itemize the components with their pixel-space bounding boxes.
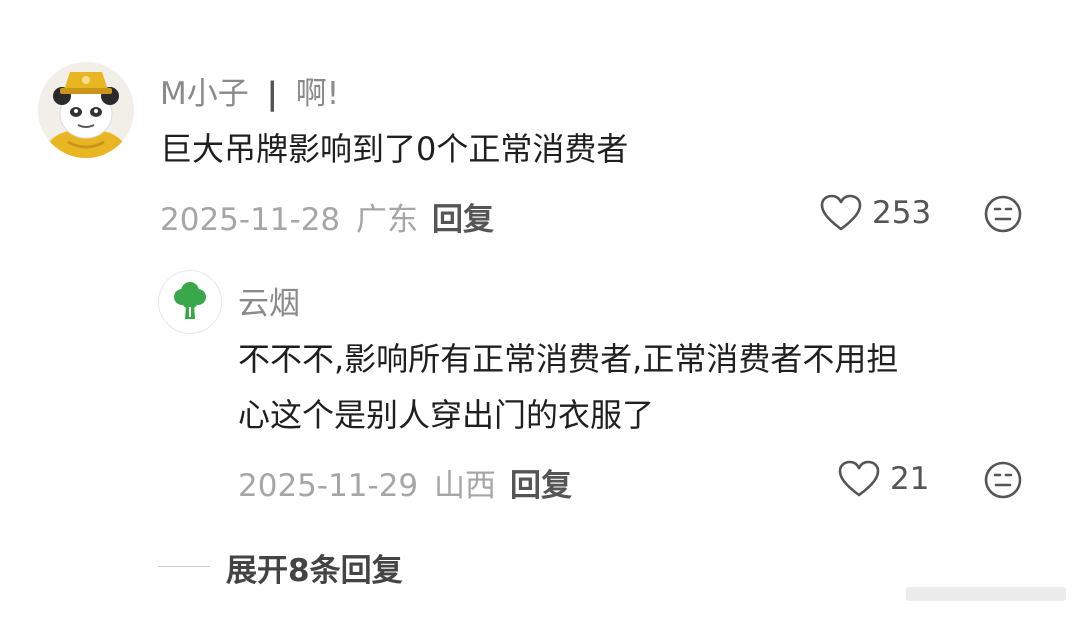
username[interactable]: M小子 bbox=[160, 76, 249, 112]
heart-outline-icon bbox=[838, 460, 880, 497]
expand-divider bbox=[158, 566, 210, 567]
reply-text-line-2: 心这个是别人穿出门的衣服了 bbox=[238, 396, 655, 434]
reply-like-count: 21 bbox=[890, 461, 930, 497]
heart-outline-icon bbox=[820, 194, 862, 231]
comment-author[interactable]: M小子 | 啊! bbox=[160, 68, 339, 113]
username-separator: | bbox=[266, 76, 278, 112]
comment-date: 2025-11-28 bbox=[160, 202, 341, 238]
watermark bbox=[906, 583, 1066, 605]
avatar[interactable] bbox=[38, 62, 134, 158]
broccoli-icon bbox=[174, 282, 206, 319]
reply-more-button[interactable] bbox=[983, 460, 1023, 504]
reply-reply-button[interactable]: 回复 bbox=[510, 460, 572, 505]
reply-location: 山西 bbox=[434, 468, 497, 504]
like-button[interactable]: 253 bbox=[820, 194, 931, 232]
comment-location: 广东 bbox=[356, 202, 419, 238]
reply-like-button[interactable]: 21 bbox=[838, 460, 929, 498]
comment-meta: 2025-11-28 广东 bbox=[160, 194, 418, 239]
user-tag: 啊! bbox=[295, 76, 340, 112]
reply-date: 2025-11-29 bbox=[238, 468, 419, 504]
reply-meta: 2025-11-29 山西 bbox=[238, 460, 496, 505]
panda-meme-avatar-icon bbox=[38, 62, 134, 158]
reply-avatar[interactable] bbox=[158, 270, 222, 334]
reply-button[interactable]: 回复 bbox=[432, 194, 494, 239]
expand-replies-button[interactable]: 展开8条回复 bbox=[226, 545, 403, 590]
more-button[interactable] bbox=[983, 194, 1023, 238]
neutral-face-icon bbox=[984, 461, 1022, 499]
comment-text: 巨大吊牌影响到了0个正常消费者 bbox=[160, 130, 629, 168]
like-count: 253 bbox=[872, 195, 932, 231]
neutral-face-icon bbox=[984, 195, 1022, 233]
reply-author[interactable]: 云烟 bbox=[238, 278, 300, 323]
reply-text-line-1: 不不不,影响所有正常消费者,正常消费者不用担 bbox=[238, 340, 899, 378]
